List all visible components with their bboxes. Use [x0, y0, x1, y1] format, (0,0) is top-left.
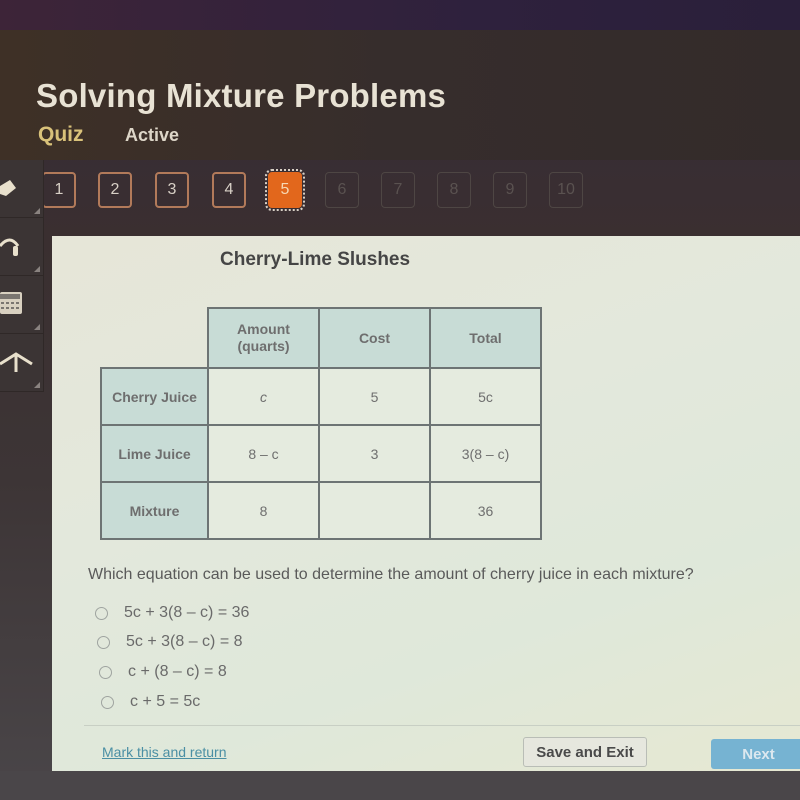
answer-option-label: c + (8 – c) = 8 — [128, 663, 227, 680]
column-header-amount: Amount (quarts) — [207, 307, 320, 369]
column-header-amount-line1: Amount — [237, 321, 290, 337]
expand-corner-icon — [34, 382, 40, 388]
row-header: Cherry Juice — [100, 367, 209, 426]
question-nav-7: 7 — [381, 172, 415, 208]
question-nav-6: 6 — [325, 172, 359, 208]
table-cell: c — [207, 367, 320, 426]
question-nav-1[interactable]: 1 — [42, 172, 76, 208]
radio-button-icon[interactable] — [101, 695, 114, 709]
table-cell: 5c — [429, 367, 542, 426]
screen-bezel — [0, 771, 800, 800]
answer-option-4[interactable]: c + 5 = 5c — [101, 691, 361, 713]
table-header-row: Amount (quarts) Cost Total — [101, 307, 542, 369]
calculator-tool-button[interactable] — [0, 276, 44, 334]
page-title: Solving Mixture Problems — [36, 77, 447, 114]
audio-tool-button[interactable] — [0, 218, 44, 276]
next-button[interactable]: Next — [711, 739, 800, 769]
headphones-icon — [0, 238, 20, 256]
reference-tool-button[interactable] — [0, 334, 44, 392]
table-row: Mixture 8 36 — [100, 481, 542, 540]
pencil-icon — [0, 180, 16, 196]
question-nav-3[interactable]: 3 — [155, 172, 189, 208]
top-band — [0, 0, 800, 30]
expand-corner-icon — [34, 266, 40, 272]
save-and-exit-button[interactable]: Save and Exit — [523, 737, 647, 767]
table-title: Cherry-Lime Slushes — [220, 249, 411, 270]
question-nav-5-current[interactable]: 5 — [265, 169, 305, 211]
row-header: Lime Juice — [100, 424, 209, 483]
table-cell: 36 — [429, 481, 542, 540]
table-cell: 3(8 – c) — [429, 424, 542, 483]
calculator-icon — [0, 292, 22, 314]
arrow-up-icon — [0, 352, 33, 372]
question-nav-4[interactable]: 4 — [212, 172, 246, 208]
answer-option-label: c + 5 = 5c — [130, 693, 201, 710]
table-cell: 3 — [318, 424, 431, 483]
answer-option-1[interactable]: 5c + 3(8 – c) = 36 — [95, 602, 355, 624]
table-row: Cherry Juice c 5 5c — [100, 367, 542, 426]
expand-corner-icon — [34, 208, 40, 214]
question-nav-2[interactable]: 2 — [98, 172, 132, 208]
table-row: Lime Juice 8 – c 3 3(8 – c) — [100, 424, 542, 483]
answer-option-2[interactable]: 5c + 3(8 – c) = 8 — [97, 631, 357, 653]
table-cell: 8 — [207, 481, 320, 540]
question-nav-10: 10 — [549, 172, 583, 208]
question-nav-9: 9 — [493, 172, 527, 208]
answer-option-label: 5c + 3(8 – c) = 8 — [126, 633, 243, 650]
table-cell — [318, 481, 431, 540]
table-cell: 8 – c — [207, 424, 320, 483]
expand-corner-icon — [34, 324, 40, 330]
column-header-cost: Cost — [318, 307, 431, 369]
answer-option-label: 5c + 3(8 – c) = 36 — [124, 604, 250, 621]
mark-and-return-link[interactable]: Mark this and return — [102, 744, 227, 760]
quiz-type-label: Quiz — [38, 123, 84, 146]
radio-button-icon[interactable] — [99, 665, 112, 679]
radio-button-icon[interactable] — [97, 635, 110, 649]
pencil-tool-button[interactable] — [0, 160, 44, 218]
question-text: Which equation can be used to determine … — [88, 566, 694, 583]
column-header-amount-line2: (quarts) — [237, 338, 290, 354]
footer-divider — [84, 725, 800, 726]
table-corner-blank — [101, 308, 208, 368]
table-cell: 5 — [318, 367, 431, 426]
mixture-table: Amount (quarts) Cost Total Cherry Juice … — [100, 307, 542, 540]
quiz-status-label: Active — [125, 125, 180, 145]
answer-option-3[interactable]: c + (8 – c) = 8 — [99, 661, 359, 683]
question-nav-8: 8 — [437, 172, 471, 208]
radio-button-icon[interactable] — [95, 606, 108, 620]
column-header-total: Total — [429, 307, 542, 369]
row-header: Mixture — [100, 481, 209, 540]
